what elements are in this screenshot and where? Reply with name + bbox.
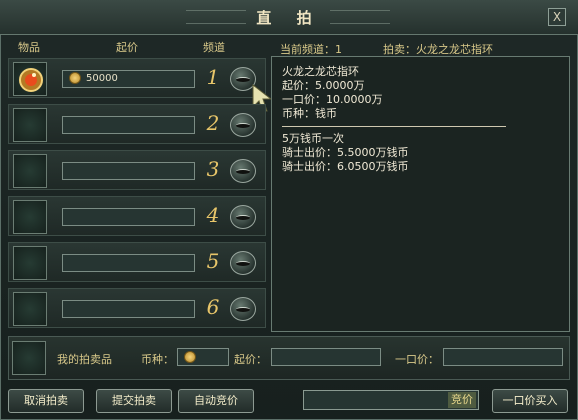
price-box-4[interactable]: [62, 208, 195, 226]
coin-icon: [184, 351, 196, 363]
item-slot-6[interactable]: [13, 292, 47, 326]
item-slot-5[interactable]: [13, 246, 47, 280]
auction-slots-panel: 物品 起价 频道 50000 1 2 3 4 5 6: [8, 38, 273, 330]
bid-input[interactable]: 竞价: [303, 390, 479, 410]
buyout-button[interactable]: 一口价买入: [492, 389, 568, 413]
buyout-label: 一口价：: [395, 353, 439, 366]
dialog-title: 直 拍: [256, 9, 322, 27]
column-item-header: 物品: [18, 41, 40, 54]
price-box-3[interactable]: [62, 162, 195, 180]
auction-dialog: 直 拍 X 物品 起价 频道 50000 1 2 3 4 5 6 当前频道：1 …: [0, 0, 578, 420]
price-box-5[interactable]: [62, 254, 195, 272]
separator-line: [282, 126, 506, 127]
my-item-slot[interactable]: [12, 341, 46, 375]
channel-number-3: 3: [206, 157, 220, 181]
close-button[interactable]: X: [548, 8, 566, 26]
view-channel-4-eye-icon[interactable]: [230, 205, 256, 229]
auto-bid-button[interactable]: 自动竞价: [178, 389, 254, 413]
title-bar: 直 拍 X: [0, 0, 578, 35]
slot-row-3: 3: [8, 150, 266, 190]
start-price-input[interactable]: [271, 348, 381, 366]
view-channel-2-eye-icon[interactable]: [230, 113, 256, 137]
cancel-auction-button[interactable]: 取消拍卖: [8, 389, 84, 413]
currency-selector[interactable]: [177, 348, 229, 366]
column-channel-header: 频道: [203, 41, 225, 54]
slot-row-6: 6: [8, 288, 266, 328]
bid-button[interactable]: 竞价: [448, 392, 476, 408]
auction-info-panel: 当前频道：1 拍卖：火龙之龙芯指环 火龙之龙芯指环 起价：5.0000万 一口价…: [270, 38, 570, 332]
slot-row-2: 2: [8, 104, 266, 144]
currency-label: 币种：: [141, 353, 174, 366]
current-channel-label: 当前频道：1: [280, 43, 342, 56]
ring-item-icon: [19, 68, 43, 92]
view-channel-5-eye-icon[interactable]: [230, 251, 256, 275]
view-channel-3-eye-icon[interactable]: [230, 159, 256, 183]
channel-number-6: 6: [206, 295, 220, 319]
item-slot-3[interactable]: [13, 154, 47, 188]
coin-icon: [69, 71, 81, 84]
price-value-1: 50000: [86, 73, 118, 84]
price-box-2[interactable]: [62, 116, 195, 134]
title-ornament-right: [330, 10, 390, 24]
start-price-line: 起价：5.0000万: [282, 79, 365, 92]
start-price-label: 起价：: [234, 353, 267, 366]
channel-number-1: 1: [206, 65, 220, 89]
item-name: 火龙之龙芯指环: [282, 65, 359, 78]
currency-line: 币种：钱币: [282, 107, 337, 120]
slot-row-4: 4: [8, 196, 266, 236]
channel-number-4: 4: [206, 203, 220, 227]
buyout-price-input[interactable]: [443, 348, 563, 366]
my-auction-item-row: 我的拍卖品 币种： 起价： 一口价：: [8, 336, 570, 380]
column-price-header: 起价: [116, 41, 138, 54]
history-line-2: 骑士出价：5.5000万钱币: [282, 146, 409, 159]
submit-auction-button[interactable]: 提交拍卖: [96, 389, 172, 413]
buyout-price-line: 一口价：10.0000万: [282, 93, 383, 106]
view-channel-6-eye-icon[interactable]: [230, 297, 256, 321]
auction-details-box: 火龙之龙芯指环 起价：5.0000万 一口价：10.0000万 币种：钱币 5万…: [271, 56, 570, 332]
item-slot-2[interactable]: [13, 108, 47, 142]
auction-item-label: 拍卖：火龙之龙芯指环: [383, 43, 493, 56]
history-line-1: 5万钱币一次: [282, 132, 344, 145]
channel-number-2: 2: [206, 111, 220, 135]
channel-number-5: 5: [206, 249, 220, 273]
item-slot-4[interactable]: [13, 200, 47, 234]
my-item-label: 我的拍卖品: [57, 353, 112, 366]
history-line-3: 骑士出价：6.0500万钱币: [282, 160, 409, 173]
item-slot-1[interactable]: [13, 62, 47, 96]
price-box-6[interactable]: [62, 300, 195, 318]
price-box-1[interactable]: 50000: [62, 70, 195, 88]
slot-row-1: 50000 1: [8, 58, 273, 112]
slot-row-5: 5: [8, 242, 266, 282]
